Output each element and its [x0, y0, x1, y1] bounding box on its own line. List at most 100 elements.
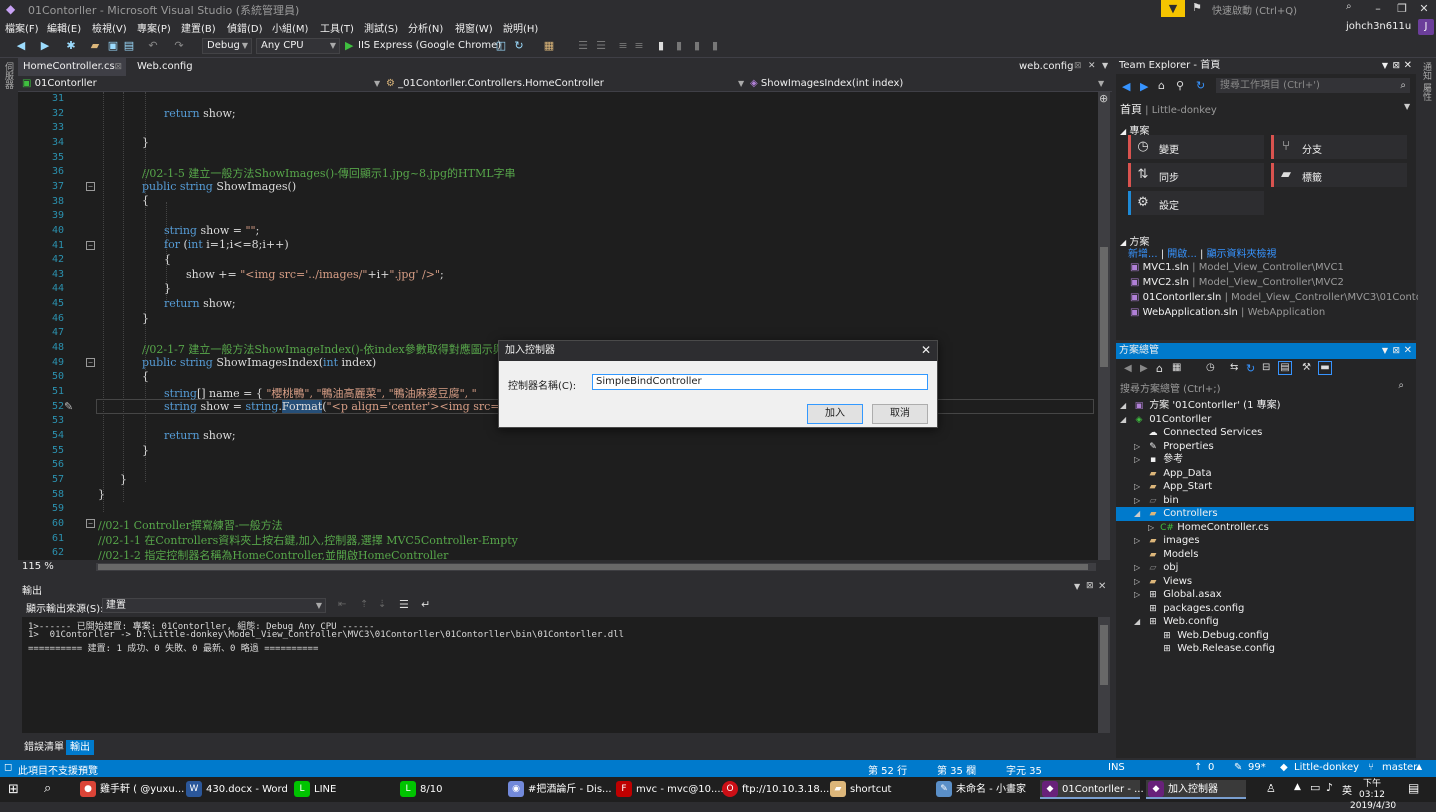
- tree-packages-config[interactable]: ⊞ packages.config: [1146, 602, 1244, 615]
- unpublished-count[interactable]: 0: [1208, 762, 1214, 773]
- show-all-files-icon[interactable]: ▤: [1278, 361, 1292, 375]
- menu-tools[interactable]: 工具(T): [320, 20, 354, 35]
- class-dropdown[interactable]: ⚙ _01Contorller.Controllers.HomeControll…: [386, 77, 746, 91]
- tree-web-config[interactable]: ◢ ⊞ Web.config: [1134, 615, 1219, 628]
- work-item-search-input[interactable]: 搜尋工作項目 (Ctrl+') ⌕: [1216, 78, 1410, 93]
- undo-icon[interactable]: ↶: [146, 39, 160, 53]
- tree-properties[interactable]: ▷ ✎ Properties: [1134, 440, 1214, 453]
- menu-window[interactable]: 視窗(W): [455, 20, 493, 35]
- taskbar-visual-studio[interactable]: ◆ 01Contorller - ...: [1040, 780, 1144, 799]
- comment-icon[interactable]: ☰: [576, 39, 590, 53]
- taskbar-shortcut[interactable]: ▰ shortcut: [828, 780, 928, 799]
- repo-name[interactable]: Little-donkey: [1294, 762, 1359, 773]
- chevron-up-icon[interactable]: ▲: [1294, 782, 1301, 792]
- save-icon[interactable]: ▣: [106, 39, 120, 53]
- forward-icon[interactable]: ▶: [1140, 363, 1148, 374]
- taskbar-add-controller[interactable]: ◆ 加入控制器: [1146, 780, 1246, 799]
- close-icon[interactable]: ✕: [921, 343, 931, 357]
- taskbar-word[interactable]: W 430.docx - Word: [184, 780, 288, 799]
- solution-item[interactable]: ▣ MVC2.sln | Model_View_Controller\MVC2: [1130, 277, 1344, 288]
- add-button[interactable]: 加入: [807, 404, 863, 424]
- menu-view[interactable]: 檢視(V): [92, 20, 127, 35]
- collapse-icon[interactable]: −: [86, 241, 95, 250]
- open-solution-link[interactable]: 開啟...: [1167, 249, 1197, 260]
- save-all-icon[interactable]: ▤: [122, 39, 136, 53]
- preview-icon[interactable]: ▬: [1318, 361, 1332, 375]
- network-icon[interactable]: ▭: [1310, 781, 1320, 794]
- chevron-up-icon[interactable]: ▲: [1416, 762, 1422, 771]
- menu-edit[interactable]: 編輯(E): [47, 20, 81, 35]
- find-in-files-icon[interactable]: ▦: [542, 39, 556, 53]
- go-to-prev-icon[interactable]: ⇤: [338, 599, 346, 610]
- minimize-button[interactable]: –: [1368, 0, 1388, 17]
- word-wrap-icon[interactable]: ↵: [421, 598, 430, 611]
- branch-name[interactable]: master: [1382, 762, 1417, 773]
- tree-homecontroller[interactable]: ▷ C# HomeController.cs: [1148, 521, 1269, 534]
- tree-solution[interactable]: ◢ ▣ 方案 '01Contorller' (1 專案): [1120, 399, 1281, 412]
- collapse-all-icon[interactable]: ⊟: [1262, 362, 1270, 373]
- taskbar-chrome[interactable]: ● 雞手軒 ( @yuxu...: [78, 780, 184, 799]
- close-icon[interactable]: ✕: [1404, 58, 1412, 74]
- tree-web-release-config[interactable]: ⊞ Web.Release.config: [1160, 642, 1275, 655]
- output-scrollbar[interactable]: [1098, 617, 1110, 733]
- editor-vertical-scrollbar[interactable]: [1098, 92, 1110, 560]
- controller-name-input[interactable]: SimpleBindController: [592, 374, 928, 390]
- pin-icon[interactable]: ⊠: [1086, 581, 1094, 591]
- tree-app-data[interactable]: ▰ App_Data: [1146, 467, 1212, 480]
- scrollbar-thumb[interactable]: [98, 564, 1088, 570]
- forward-icon[interactable]: ▶: [1140, 80, 1148, 93]
- open-folder-icon[interactable]: ▰: [88, 39, 102, 53]
- tree-images[interactable]: ▷ ▰ images: [1134, 534, 1200, 547]
- tree-connected-services[interactable]: ☁ Connected Services: [1146, 426, 1263, 439]
- split-icon[interactable]: ⊕: [1099, 92, 1108, 105]
- menu-file[interactable]: 檔案(F): [5, 20, 39, 35]
- home-icon[interactable]: ⌂: [1156, 362, 1163, 375]
- home-icon[interactable]: ⌂: [1158, 79, 1165, 92]
- menu-project[interactable]: 專案(P): [137, 20, 171, 35]
- taskbar-filezilla[interactable]: Fmvc - mvc@10....: [614, 780, 724, 799]
- volume-icon[interactable]: ♪: [1326, 781, 1333, 794]
- back-icon[interactable]: ◀: [14, 39, 28, 53]
- menu-analyze[interactable]: 分析(N): [408, 20, 443, 35]
- quick-launch-input[interactable]: 快速啟動 (Ctrl+Q): [1212, 2, 1360, 17]
- folder-view-link[interactable]: 顯示資料夾檢視: [1207, 249, 1277, 260]
- tree-obj[interactable]: ▷ ▱ obj: [1134, 561, 1178, 574]
- switch-views-icon[interactable]: ▦: [1172, 362, 1181, 373]
- refresh-icon[interactable]: ↻: [1196, 79, 1205, 92]
- output-text[interactable]: 1>------ 已開始建置: 專案: 01Contorller, 組態: De…: [22, 617, 1098, 733]
- clock[interactable]: 下午 03:12 2019/4/30: [1350, 779, 1396, 812]
- configuration-select[interactable]: Debug ▼: [202, 38, 252, 54]
- tree-web-debug-config[interactable]: ⊞ Web.Debug.config: [1160, 629, 1269, 642]
- output-source-select[interactable]: 建置 ▼: [102, 598, 326, 613]
- solution-item[interactable]: ▣ MVC1.sln | Model_View_Controller\MVC1: [1130, 262, 1344, 273]
- new-solution-link[interactable]: 新增...: [1128, 249, 1158, 260]
- tile-tags[interactable]: ▰ 標籤: [1271, 163, 1407, 187]
- chevron-down-icon[interactable]: ▼: [1102, 61, 1108, 70]
- refresh-icon[interactable]: ↻: [1246, 362, 1255, 375]
- tree-references[interactable]: ▷ ▪ 參考: [1134, 453, 1183, 466]
- tree-project[interactable]: ◢ ◈ 01Contorller: [1120, 413, 1211, 426]
- collapse-icon[interactable]: −: [86, 519, 95, 528]
- taskbar-opera[interactable]: Oftp://10.10.3.18...: [720, 780, 829, 799]
- new-project-icon[interactable]: ✱: [64, 39, 78, 53]
- taskbar-discord[interactable]: ◉ #把酒論斤 - Dis...: [506, 780, 612, 799]
- user-name[interactable]: johch3n611u: [1346, 21, 1411, 32]
- next-bookmark-icon[interactable]: ▮: [690, 39, 704, 53]
- close-button[interactable]: ✕: [1414, 0, 1434, 17]
- sync-icon[interactable]: ⇆: [1230, 362, 1238, 373]
- pin-icon[interactable]: ⊠: [1074, 61, 1082, 71]
- back-icon[interactable]: ◀: [1122, 80, 1130, 93]
- restore-button[interactable]: ❐: [1392, 0, 1412, 17]
- search-icon[interactable]: ⌕: [44, 781, 51, 796]
- quick-actions-icon[interactable]: ✎: [64, 400, 73, 413]
- project-dropdown[interactable]: ▣ 01Contorller: [22, 77, 382, 91]
- people-icon[interactable]: ♙: [1266, 782, 1276, 795]
- pending-changes-icon[interactable]: ◷: [1206, 362, 1215, 373]
- platform-select[interactable]: Any CPU ▼: [256, 38, 340, 54]
- tree-global-asax[interactable]: ▷ ⊞ Global.asax: [1134, 588, 1222, 601]
- close-icon[interactable]: ✕: [1404, 343, 1412, 359]
- zoom-level[interactable]: 115 %: [22, 561, 54, 572]
- pending-changes-count[interactable]: 99*: [1248, 762, 1266, 773]
- notifications-tab[interactable]: 通知 屬性: [1421, 62, 1433, 101]
- collapse-icon[interactable]: −: [86, 358, 95, 367]
